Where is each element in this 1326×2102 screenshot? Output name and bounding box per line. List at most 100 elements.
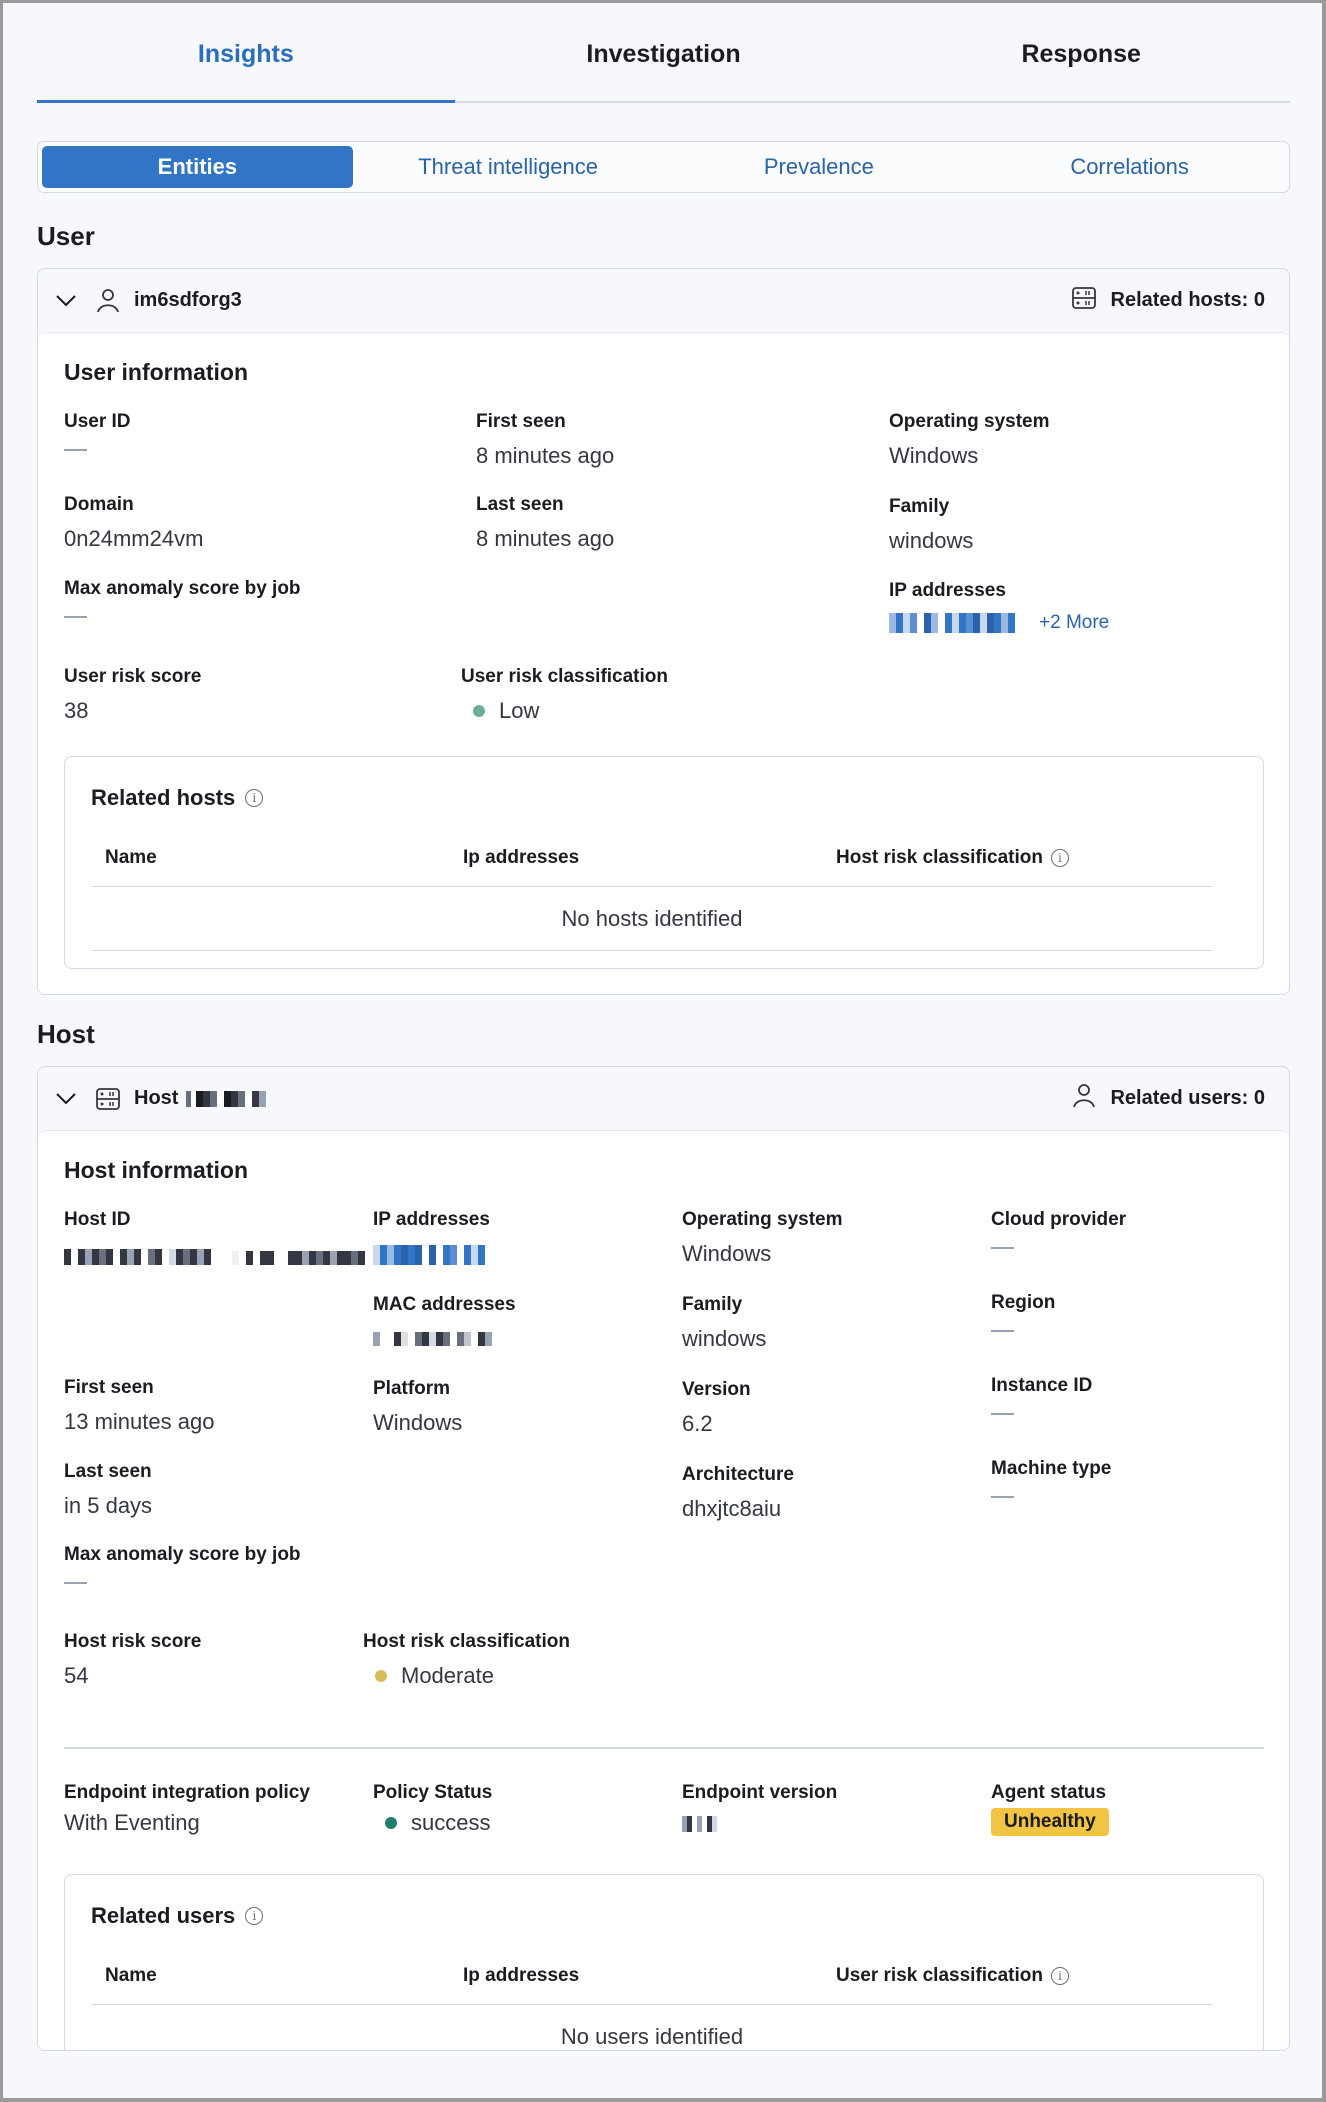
field-ip-addresses: IP addresses +2 More [889,580,1110,634]
field-ip-addresses: IP addresses [373,1209,490,1270]
info-icon[interactable]: i [1050,848,1069,867]
user-section-title: User [37,221,95,251]
related-users-panel: Related users i Name Ip addresses User r… [64,1874,1264,2050]
field-endpoint-version: Endpoint version [682,1782,837,1837]
info-icon[interactable]: i [1051,1966,1069,1985]
field-policy-status: Policy Status success [373,1782,493,1835]
empty-value [991,1496,1014,1498]
server-icon [94,1085,122,1113]
empty-value [991,1247,1014,1249]
field-family: Family windows [889,496,974,553]
field-first-seen: First seen 8 minutes ago [476,411,615,468]
user-icon [1072,1083,1096,1115]
field-endpoint-integration-policy: Endpoint integration policy With Eventin… [64,1782,310,1835]
info-icon[interactable]: i [245,789,264,807]
subtab-entities[interactable]: Entities [42,146,353,188]
tab-response[interactable]: Response [872,3,1290,101]
host-card-header[interactable]: Host Related users: 0 [38,1067,1289,1130]
empty-table-message: No users identified [91,2005,1213,2050]
host-card: Host Related users: 0 Host information H… [37,1066,1290,2051]
server-icon [1071,286,1097,316]
field-first-seen: First seen 13 minutes ago [64,1377,215,1434]
related-users-count: Related users: 0 [1110,1087,1265,1109]
user-card: im6sdforg3 Related hosts: 0 User informa… [37,268,1290,995]
field-architecture: Architecture dhxjtc8aiu [682,1464,794,1521]
tab-insights[interactable]: Insights [37,3,455,103]
user-icon [94,287,122,315]
column-host-risk-classification[interactable]: Host risk classification i [836,847,1069,869]
more-ip-addresses-link[interactable]: +2 More [1039,612,1109,634]
section-divider [64,1747,1264,1749]
user-name[interactable]: im6sdforg3 [134,289,242,312]
redacted-host-id [64,1245,366,1270]
field-user-risk-classification: User risk classification Low [461,666,668,723]
related-hosts-count: Related hosts: 0 [1110,289,1265,311]
field-cloud-provider: Cloud provider [991,1209,1126,1262]
table-header: Name Ip addresses Host risk classificati… [91,829,1213,887]
empty-value [64,1582,87,1584]
risk-moderate-dot [375,1670,387,1682]
column-ip-addresses[interactable]: Ip addresses [463,847,836,869]
table-header: Name Ip addresses User risk classificati… [91,1947,1213,2005]
chevron-down-icon[interactable] [52,1085,80,1113]
related-hosts-panel: Related hosts i Name Ip addresses Host r… [64,756,1264,969]
column-name[interactable]: Name [91,847,463,869]
empty-value [991,1330,1014,1332]
redacted-ip [889,613,1025,633]
user-information-title: User information [64,359,249,385]
status-success-dot [385,1817,397,1829]
agent-status-badge: Unhealthy [991,1808,1109,1836]
field-domain: Domain 0n24mm24vm [64,494,204,551]
field-operating-system: Operating system Windows [682,1209,843,1266]
field-last-seen: Last seen 8 minutes ago [476,494,615,551]
field-host-id: Host ID [64,1209,366,1270]
field-mac-addresses: MAC addresses [373,1294,516,1351]
empty-value [64,616,87,618]
chevron-down-icon[interactable] [52,287,80,315]
column-name[interactable]: Name [91,1965,463,1987]
redacted-endpoint-version [682,1816,717,1832]
user-card-body: User information User ID First seen 8 mi… [38,332,1289,994]
redacted-ip [373,1245,485,1265]
empty-value [991,1413,1014,1415]
field-max-anomaly: Max anomaly score by job [64,578,301,631]
host-name[interactable]: Host [134,1087,267,1110]
related-users-table: Name Ip addresses User risk classificati… [91,1947,1213,2050]
column-ip-addresses[interactable]: Ip addresses [463,1965,836,1987]
field-host-risk-score: Host risk score 54 [64,1631,202,1688]
field-platform: Platform Windows [373,1378,463,1435]
subtab-correlations[interactable]: Correlations [974,146,1285,188]
redacted-host-name [186,1090,267,1107]
field-instance-id: Instance ID [991,1375,1092,1428]
field-family: Family windows [682,1294,767,1351]
field-machine-type: Machine type [991,1458,1111,1511]
field-user-id: User ID [64,411,131,464]
tab-investigation[interactable]: Investigation [455,3,873,101]
host-card-body: Host information Host ID First seen 13 m… [38,1130,1289,2050]
field-region: Region [991,1292,1055,1345]
field-max-anomaly: Max anomaly score by job [64,1544,301,1597]
empty-table-message: No hosts identified [91,887,1213,951]
subtab-threat-intelligence[interactable]: Threat intelligence [353,146,664,188]
related-hosts-title: Related hosts [91,785,236,810]
subtab-prevalence[interactable]: Prevalence [664,146,975,188]
user-card-header[interactable]: im6sdforg3 Related hosts: 0 [38,269,1289,332]
related-hosts-table: Name Ip addresses Host risk classificati… [91,829,1213,951]
insights-subtabs: Entities Threat intelligence Prevalence … [37,141,1290,193]
column-user-risk-classification[interactable]: User risk classification i [836,1965,1069,1987]
redacted-mac [373,1332,499,1346]
empty-value [64,449,87,451]
risk-low-dot [473,705,485,717]
field-last-seen: Last seen in 5 days [64,1461,153,1518]
field-host-risk-classification: Host risk classification Moderate [363,1631,570,1688]
info-icon[interactable]: i [245,1907,264,1925]
host-information-title: Host information [64,1157,248,1183]
related-users-title: Related users [91,1903,236,1928]
field-user-risk-score: User risk score 38 [64,666,202,723]
main-tabs: Insights Investigation Response [37,3,1290,103]
insights-panel: Insights Investigation Response Entities… [3,3,1322,2098]
field-operating-system: Operating system Windows [889,411,1050,468]
host-section-title: Host [37,1019,95,1049]
field-agent-status: Agent status Unhealthy [991,1782,1109,1836]
field-version: Version 6.2 [682,1379,751,1436]
